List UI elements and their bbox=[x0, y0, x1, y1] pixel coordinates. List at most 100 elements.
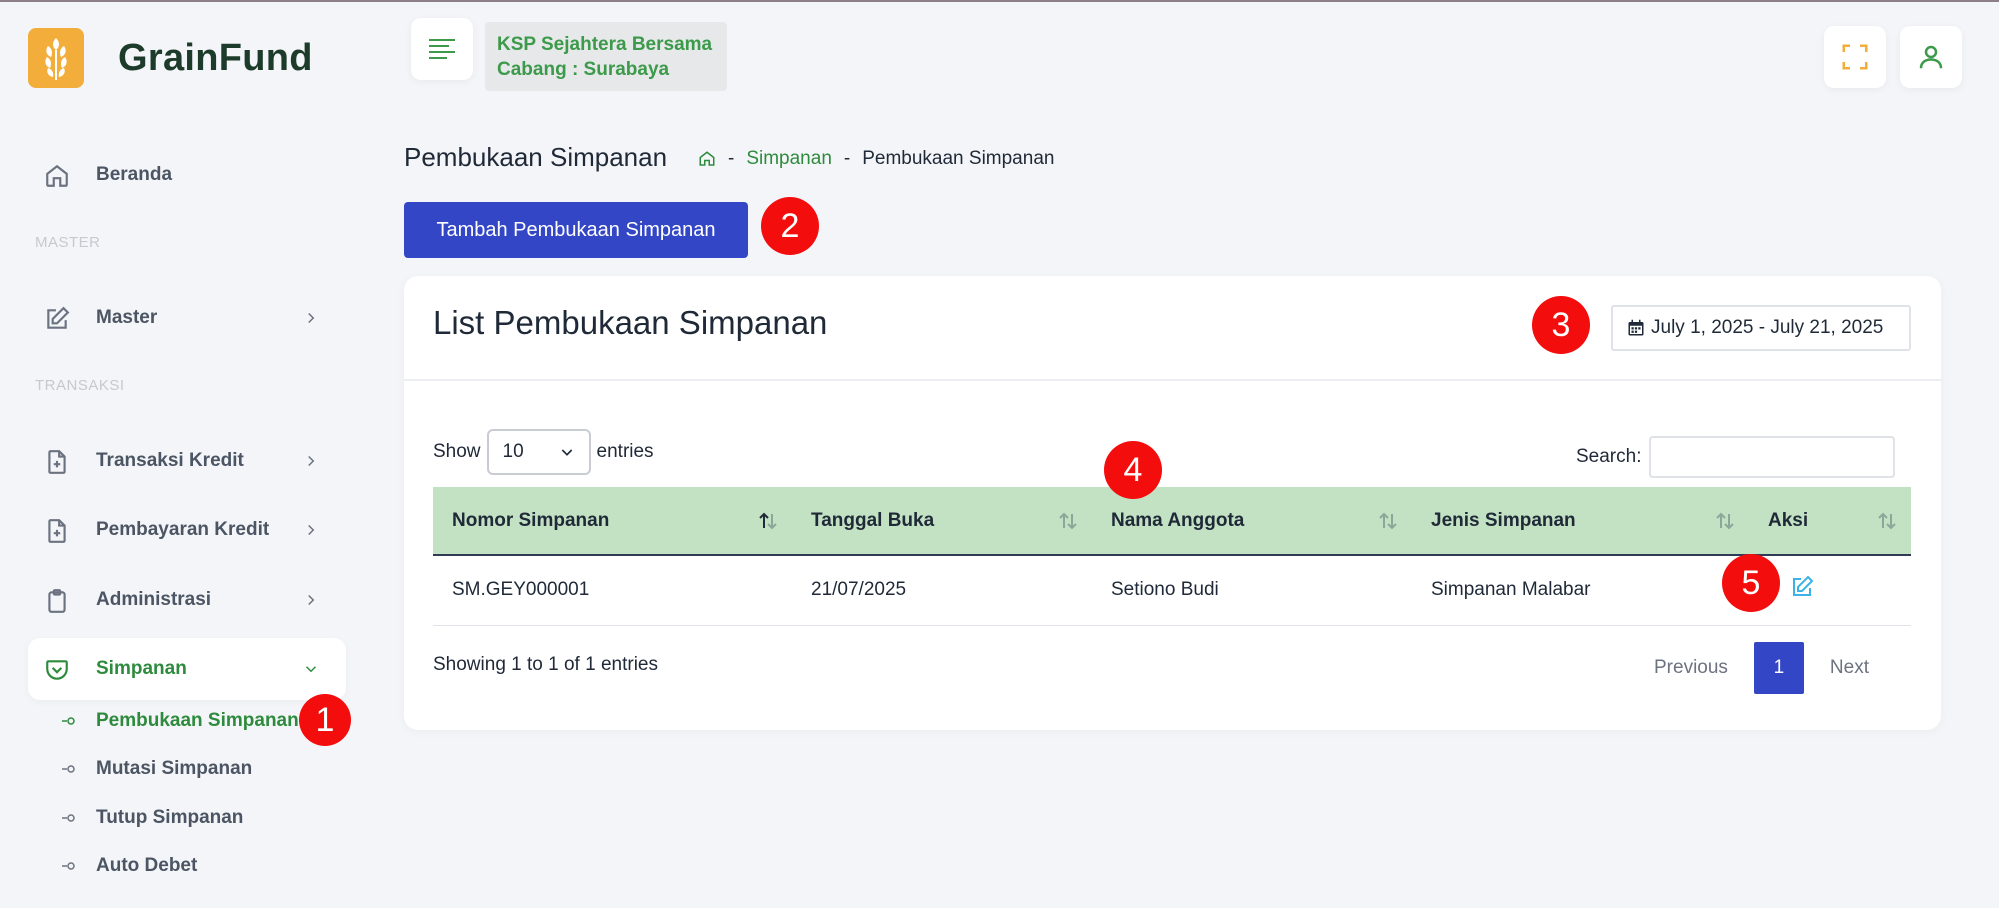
column-header-tanggal-buka[interactable]: Tanggal Buka bbox=[792, 487, 1092, 555]
bullet-icon bbox=[62, 765, 75, 773]
home-icon[interactable] bbox=[698, 150, 716, 168]
sidebar-item-transaksi-kredit[interactable]: Transaksi Kredit bbox=[28, 430, 346, 492]
bullet-icon bbox=[62, 814, 75, 822]
search-control: Search: bbox=[1576, 436, 1896, 478]
page-title: Pembukaan Simpanan bbox=[404, 142, 668, 172]
subitem-label: Mutasi Simpanan bbox=[96, 758, 253, 779]
sidebar-item-label: Beranda bbox=[96, 164, 173, 185]
pocket-icon bbox=[46, 660, 68, 680]
annotation-badge-3: 3 bbox=[1532, 296, 1590, 354]
sidebar-subitem-auto-debet[interactable]: Auto Debet bbox=[62, 851, 197, 881]
card-divider bbox=[404, 379, 1941, 381]
chevron-right-icon bbox=[308, 312, 315, 324]
chevron-right-icon bbox=[308, 455, 315, 467]
annotation-badge-2: 2 bbox=[761, 197, 819, 255]
breadcrumb-separator: - bbox=[843, 148, 851, 169]
sidebar-item-label: Simpanan bbox=[96, 658, 187, 679]
sidebar-item-pembayaran-kredit[interactable]: Pembayaran Kredit bbox=[28, 499, 346, 561]
sort-icon bbox=[1059, 512, 1077, 530]
table-header-row: Nomor Simpanan Tanggal Buka Nama Anggota… bbox=[433, 487, 1911, 555]
sidebar-item-administrasi[interactable]: Administrasi bbox=[28, 569, 346, 631]
brand-name: GrainFund bbox=[118, 36, 313, 79]
branch-name: Cabang : Surabaya bbox=[497, 59, 670, 80]
sidebar-item-label: Master bbox=[96, 307, 158, 328]
list-card: List Pembukaan Simpanan July 1, 2025 - J… bbox=[404, 276, 1941, 730]
menu-lines-icon bbox=[429, 39, 455, 59]
clipboard-icon bbox=[48, 589, 66, 613]
add-pembukaan-simpanan-button[interactable]: Tambah Pembukaan Simpanan bbox=[404, 202, 748, 258]
pagination: Previous 1 Next bbox=[1654, 642, 1869, 694]
pagination-next[interactable]: Next bbox=[1830, 657, 1869, 679]
entries-length-control: Show 10 entries bbox=[433, 429, 654, 475]
section-label-master: MASTER bbox=[35, 234, 101, 251]
breadcrumb-separator: - bbox=[728, 148, 735, 169]
sidebar-item-simpanan[interactable]: Simpanan bbox=[28, 638, 346, 700]
fullscreen-icon bbox=[1842, 44, 1868, 70]
edit-icon bbox=[47, 306, 70, 329]
cell-jenis-simpanan: Simpanan Malabar bbox=[1431, 579, 1591, 601]
sidebar-item-label: Pembayaran Kredit bbox=[96, 519, 270, 540]
annotation-badge-5: 5 bbox=[1722, 554, 1780, 612]
brand: GrainFund bbox=[28, 28, 313, 88]
sidebar-item-label: Administrasi bbox=[96, 589, 212, 610]
user-menu-button[interactable] bbox=[1900, 26, 1962, 88]
card-title: List Pembukaan Simpanan bbox=[433, 304, 828, 341]
cell-nomor-simpanan: SM.GEY000001 bbox=[452, 579, 590, 601]
show-label: Show bbox=[433, 441, 481, 462]
sort-asc-icon bbox=[759, 512, 777, 530]
date-range-picker[interactable]: July 1, 2025 - July 21, 2025 bbox=[1611, 305, 1911, 351]
user-icon bbox=[1919, 45, 1943, 69]
entries-label: entries bbox=[596, 441, 654, 462]
chevron-right-icon bbox=[308, 594, 315, 606]
subitem-label: Tutup Simpanan bbox=[96, 807, 244, 828]
chevron-down-icon bbox=[305, 666, 317, 673]
top-border bbox=[0, 0, 1999, 2]
simpanan-table: Nomor Simpanan Tanggal Buka Nama Anggota… bbox=[433, 487, 1911, 626]
file-plus-icon bbox=[48, 519, 66, 543]
breadcrumb-current: Pembukaan Simpanan bbox=[862, 148, 1055, 169]
sidebar-item-beranda[interactable]: Beranda bbox=[28, 144, 346, 206]
column-header-jenis-simpanan[interactable]: Jenis Simpanan bbox=[1412, 487, 1749, 555]
sort-icon bbox=[1878, 512, 1896, 530]
breadcrumb-link-simpanan[interactable]: Simpanan bbox=[746, 148, 832, 170]
sidebar-item-master[interactable]: Master bbox=[28, 287, 346, 349]
home-icon bbox=[46, 164, 68, 187]
bullet-icon bbox=[62, 717, 75, 725]
pagination-page-1[interactable]: 1 bbox=[1753, 642, 1804, 694]
chevron-down-icon bbox=[561, 449, 572, 456]
subitem-label: Pembukaan Simpanan bbox=[96, 710, 299, 731]
org-info: KSP Sejahtera Bersama Cabang : Surabaya bbox=[485, 22, 727, 91]
entries-value: 10 bbox=[502, 441, 524, 462]
table-info: Showing 1 to 1 of 1 entries bbox=[433, 654, 658, 675]
subitem-label: Auto Debet bbox=[96, 855, 198, 876]
column-header-nomor-simpanan[interactable]: Nomor Simpanan bbox=[433, 487, 792, 555]
entries-select[interactable]: 10 bbox=[486, 429, 591, 475]
search-input[interactable] bbox=[1649, 436, 1896, 478]
annotation-badge-4: 4 bbox=[1104, 441, 1162, 499]
sidebar-subitem-mutasi-simpanan[interactable]: Mutasi Simpanan bbox=[62, 754, 252, 784]
org-name: KSP Sejahtera Bersama bbox=[497, 34, 713, 55]
pagination-previous[interactable]: Previous bbox=[1654, 657, 1728, 679]
table-row: SM.GEY000001 21/07/2025 Setiono Budi Sim… bbox=[433, 555, 1911, 625]
column-header-aksi[interactable]: Aksi bbox=[1749, 487, 1911, 555]
search-label: Search: bbox=[1576, 446, 1642, 467]
chevron-right-icon bbox=[308, 524, 315, 536]
fullscreen-button[interactable] bbox=[1824, 26, 1886, 88]
date-range-text: July 1, 2025 - July 21, 2025 bbox=[1651, 317, 1884, 338]
sort-icon bbox=[1716, 512, 1734, 530]
cell-nama-anggota: Setiono Budi bbox=[1111, 579, 1219, 601]
calendar-icon bbox=[1628, 319, 1644, 336]
menu-toggle-button[interactable] bbox=[411, 18, 473, 80]
sidebar-subitem-tutup-simpanan[interactable]: Tutup Simpanan bbox=[62, 803, 243, 833]
file-plus-icon bbox=[48, 450, 66, 474]
sort-icon bbox=[1379, 512, 1397, 530]
edit-icon[interactable] bbox=[1790, 575, 1814, 599]
bullet-icon bbox=[62, 862, 75, 870]
sidebar-subitem-pembukaan-simpanan[interactable]: Pembukaan Simpanan bbox=[62, 706, 299, 736]
cell-tanggal-buka: 21/07/2025 bbox=[811, 579, 907, 601]
breadcrumb: - Simpanan - Pembukaan Simpanan bbox=[698, 148, 1054, 170]
wheat-logo-icon bbox=[28, 28, 84, 88]
annotation-badge-1: 1 bbox=[299, 694, 351, 746]
sidebar-item-label: Transaksi Kredit bbox=[96, 450, 244, 471]
section-label-transaksi: TRANSAKSI bbox=[35, 377, 125, 394]
